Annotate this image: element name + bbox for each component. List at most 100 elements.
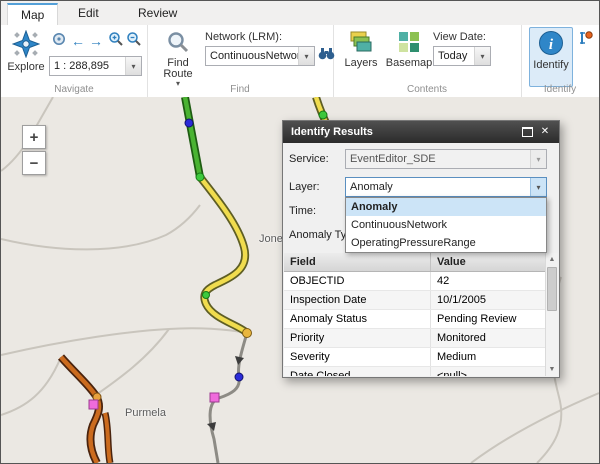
explore-compass-icon [12, 30, 40, 61]
layer-value: Anomaly [346, 181, 530, 193]
group-contents: Layers Basemap View Date: Today ▾ Conten… [333, 25, 522, 97]
full-extent-icon [52, 32, 66, 51]
service-value: EventEditor_SDE [346, 153, 530, 165]
network-combobox[interactable]: ContinuousNetwork ▾ [205, 46, 315, 66]
layer-label: Layer: [289, 177, 320, 197]
next-extent-button[interactable]: → [87, 32, 105, 50]
map-zoom-in-button[interactable]: + [22, 125, 46, 149]
field-value: <null> [431, 367, 545, 376]
layer-option-anomaly[interactable]: Anomaly [346, 198, 546, 216]
previous-extent-button[interactable]: ← [69, 32, 87, 50]
service-label: Service: [289, 149, 329, 169]
field-value: Medium [431, 348, 545, 366]
basemap-label: Basemap [386, 58, 432, 69]
identify-label: Identify [533, 60, 568, 71]
field-value: 10/1/2005 [431, 291, 545, 309]
tab-review[interactable]: Review [125, 3, 190, 25]
layers-icon [349, 30, 373, 57]
map-label-purmela: Purmela [125, 407, 166, 419]
layer-option-operatingpressurerange[interactable]: OperatingPressureRange [346, 234, 546, 252]
explore-button[interactable]: Explore [5, 27, 47, 87]
field-name: Priority [284, 329, 431, 347]
layer-dropdown-list: Anomaly ContinuousNetwork OperatingPress… [345, 197, 547, 253]
scrollbar-thumb[interactable] [547, 267, 557, 311]
zoom-out-icon [126, 31, 142, 52]
table-row[interactable]: Date Closed <null> [284, 367, 545, 376]
full-extent-button[interactable] [50, 32, 68, 50]
find-route-label: Find Route [158, 58, 198, 80]
tab-map[interactable]: Map [7, 3, 58, 25]
field-value: 42 [431, 272, 545, 290]
field-name: Anomaly Status [284, 310, 431, 328]
service-combobox[interactable]: EventEditor_SDE ▾ [345, 149, 547, 169]
group-label-navigate: Navigate [1, 84, 147, 95]
zoom-out-button[interactable] [125, 32, 143, 50]
zoom-in-button[interactable] [107, 32, 125, 50]
basemap-icon [397, 30, 421, 57]
group-navigate: Explore ← → [1, 25, 148, 97]
binoculars-icon [318, 47, 335, 66]
find-route-button[interactable]: Find Route ▾ [155, 27, 201, 87]
table-scrollbar[interactable]: ▲ ▼ [545, 253, 558, 376]
field-name: Inspection Date [284, 291, 431, 309]
identify-button[interactable]: i Identify [529, 27, 573, 87]
arrow-right-icon: → [89, 32, 103, 50]
field-value: Pending Review [431, 310, 545, 328]
network-lrm-label: Network (LRM): [205, 31, 282, 43]
table-row[interactable]: Priority Monitored [284, 329, 545, 348]
scroll-up-icon[interactable]: ▲ [546, 253, 558, 266]
scale-value: 1 : 288,895 [50, 60, 125, 72]
table-row[interactable]: Severity Medium [284, 348, 545, 367]
panel-title: Identify Results [291, 126, 373, 138]
map-zoom-control: + − [22, 125, 46, 177]
view-date-value: Today [434, 50, 474, 62]
field-value: Monitored [431, 329, 545, 347]
field-name: Date Closed [284, 367, 431, 376]
group-find: Find Route ▾ Network (LRM): ContinuousNe… [147, 25, 334, 97]
field-name: OBJECTID [284, 272, 431, 290]
scale-combobox[interactable]: 1 : 288,895 ▾ [49, 56, 142, 76]
identify-route-tool-button[interactable] [577, 31, 595, 49]
close-button[interactable]: ✕ [537, 121, 553, 143]
chevron-down-icon: ▾ [298, 47, 314, 65]
layers-button[interactable]: Layers [339, 27, 383, 87]
column-header-field: Field [284, 253, 431, 271]
time-label: Time: [289, 201, 316, 221]
layer-option-continuousnetwork[interactable]: ContinuousNetwork [346, 216, 546, 234]
chevron-down-icon: ▾ [530, 178, 546, 196]
identify-route-tool-icon [578, 30, 594, 51]
explore-label: Explore [7, 62, 44, 73]
basemap-button[interactable]: Basemap [385, 27, 433, 87]
app-window: Map Edit Review Explore [0, 0, 600, 464]
panel-titlebar[interactable]: Identify Results ✕ [283, 121, 559, 143]
ribbon-tabbar: Map Edit Review [1, 1, 599, 25]
group-label-identify: Identify [521, 84, 599, 95]
table-row[interactable]: OBJECTID 42 [284, 272, 545, 291]
table-header-row: Field Value [284, 253, 545, 272]
identify-info-icon: i [538, 30, 564, 59]
view-date-combobox[interactable]: Today ▾ [433, 46, 491, 66]
identify-results-panel: Identify Results ✕ Service: EventEditor_… [282, 120, 560, 378]
group-label-find: Find [147, 84, 333, 95]
table-row[interactable]: Anomaly Status Pending Review [284, 310, 545, 329]
view-date-label: View Date: [433, 31, 486, 43]
chevron-down-icon: ▾ [530, 150, 546, 168]
field-name: Severity [284, 348, 431, 366]
scroll-down-icon[interactable]: ▼ [546, 363, 558, 376]
find-route-magnifier-icon [166, 30, 190, 57]
chevron-down-icon: ▾ [474, 47, 490, 65]
attributes-table: Field Value OBJECTID 42 Inspection Date … [284, 253, 545, 376]
table-row[interactable]: Inspection Date 10/1/2005 [284, 291, 545, 310]
tab-edit[interactable]: Edit [65, 3, 112, 25]
column-header-value: Value [431, 253, 545, 271]
map-zoom-out-button[interactable]: − [22, 151, 46, 175]
network-value: ContinuousNetwork [206, 50, 298, 62]
ribbon: Explore ← → [1, 25, 599, 98]
chevron-down-icon: ▾ [125, 57, 141, 75]
zoom-in-icon [108, 31, 124, 52]
layer-combobox[interactable]: Anomaly ▾ [345, 177, 547, 197]
maximize-icon [522, 127, 533, 137]
group-identify: i Identify Identify [521, 25, 599, 97]
maximize-button[interactable] [519, 121, 535, 143]
layers-label: Layers [344, 58, 377, 69]
